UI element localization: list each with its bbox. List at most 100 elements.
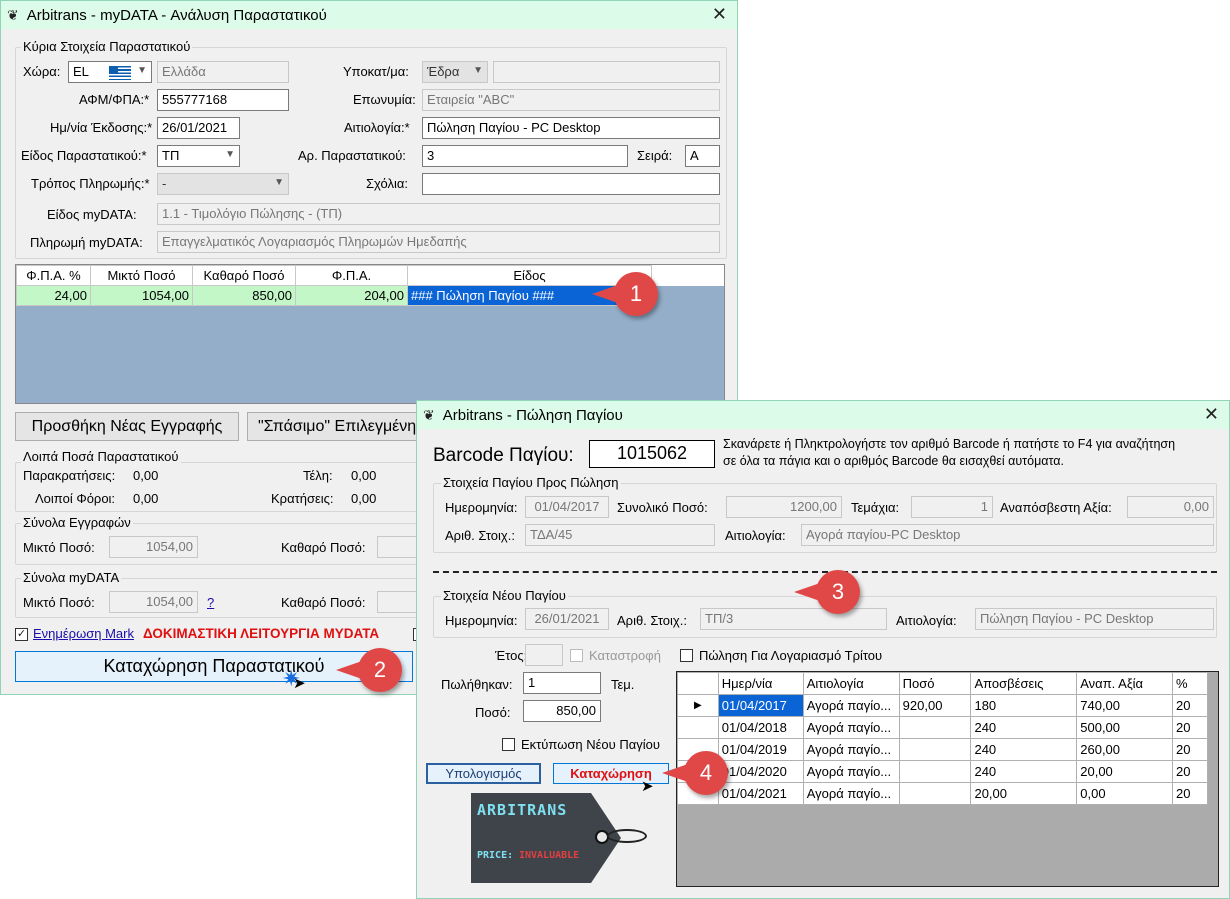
- payment-method-select[interactable]: - ▼: [157, 173, 289, 195]
- table-row[interactable]: 01/04/2020 Αγορά παγίο... 240 20,00 20: [677, 760, 1208, 783]
- grid-cell[interactable]: 20,00: [1076, 760, 1174, 783]
- title-bar: ❦ Arbitrans - Πώληση Παγίου ✕: [417, 401, 1229, 429]
- company-name-label: Επωνυμία:: [353, 92, 416, 107]
- row-selector[interactable]: ▶: [677, 694, 719, 717]
- country-select[interactable]: EL ▼: [68, 61, 152, 83]
- asset-sale-window: ❦ Arbitrans - Πώληση Παγίου ✕ Barcode Πα…: [416, 400, 1230, 899]
- title-bar: ❦ Arbitrans - myDATA - Ανάλυση Παραστατι…: [1, 1, 737, 29]
- table-row[interactable]: ▶ 01/04/2017 Αγορά παγίο... 920,00 180 740,00…: [677, 694, 1208, 717]
- new-ref-label: Αριθ. Στοιχ.:: [617, 613, 687, 628]
- grid-cell[interactable]: 240: [970, 716, 1078, 739]
- price-label: PRICE:: [477, 850, 514, 861]
- grid-cell[interactable]: 204,00: [295, 285, 408, 306]
- new-ref-field: ΤΠ/3: [700, 608, 887, 630]
- grid-cell[interactable]: Αγορά παγίο...: [802, 782, 900, 805]
- calculate-button[interactable]: Υπολογισμός: [426, 763, 541, 784]
- series-field[interactable]: A: [685, 145, 720, 167]
- third-party-checkbox[interactable]: [680, 649, 693, 662]
- grid-cell[interactable]: 01/04/2018: [717, 716, 804, 739]
- vat-label: ΑΦΜ/ΦΠΑ:*: [79, 92, 150, 107]
- barcode-label: Barcode Παγίου:: [433, 445, 574, 466]
- arbitrans-logo: ARBITRANS PRICE: INVALUABLE: [471, 793, 649, 883]
- grid-cell[interactable]: [898, 782, 972, 805]
- grid-cell[interactable]: Αγορά παγίο...: [802, 760, 900, 783]
- grid-cell[interactable]: 01/04/2020: [717, 760, 804, 783]
- row-selector[interactable]: [677, 716, 719, 739]
- table-row[interactable]: 01/04/2021 Αγορά παγίο... 20,00 0,00 20: [677, 782, 1208, 805]
- grid-cell[interactable]: 240: [970, 738, 1078, 761]
- barcode-field[interactable]: 1015062: [589, 440, 715, 468]
- grid-header[interactable]: Ημερ/νία: [717, 672, 804, 695]
- barcode-help-line2: σε όλα τα πάγια και ο αριθμός Barcode θα…: [723, 454, 1064, 468]
- grid-header[interactable]: Αποσβέσεις: [970, 672, 1078, 695]
- add-record-button[interactable]: Προσθήκη Νέας Εγγραφής: [15, 412, 239, 441]
- grid-cell[interactable]: 240: [970, 760, 1078, 783]
- grid-cell[interactable]: 01/04/2021: [717, 782, 804, 805]
- grid-cell[interactable]: 20: [1172, 760, 1208, 783]
- split-selected-button[interactable]: "Σπάσιμο" Επιλεγμένη: [247, 412, 427, 441]
- grid-cell[interactable]: Αγορά παγίο...: [802, 738, 900, 761]
- print-new-asset-checkbox[interactable]: [502, 738, 515, 751]
- grid-cell[interactable]: 500,00: [1076, 716, 1174, 739]
- grid-cell[interactable]: 24,00: [16, 285, 91, 306]
- grid-header[interactable]: Μικτό Ποσό: [90, 265, 193, 286]
- grid-cell[interactable]: Αγορά παγίο...: [802, 716, 900, 739]
- close-icon[interactable]: ✕: [712, 4, 727, 25]
- grid-header[interactable]: Αναπ. Αξία: [1076, 672, 1174, 695]
- comments-field[interactable]: [422, 173, 720, 195]
- table-row[interactable]: 01/04/2019 Αγορά παγίο... 240 260,00 20: [677, 738, 1208, 761]
- grid-cell[interactable]: 20: [1172, 738, 1208, 761]
- update-mark-link[interactable]: Ενημέρωση Mark: [33, 626, 134, 641]
- callout-badge-3: 3: [794, 570, 860, 614]
- grid-cell[interactable]: 20: [1172, 782, 1208, 805]
- grid-cell[interactable]: 850,00: [192, 285, 296, 306]
- gross-amount-mydata-field: 1054,00: [109, 591, 198, 613]
- other-taxes-label: Λοιποί Φόροι:: [35, 491, 116, 506]
- doc-number-label: Αρ. Παραστατικού:: [298, 148, 406, 163]
- grid-cell[interactable]: 1054,00: [90, 285, 193, 306]
- record-totals-title: Σύνολα Εγγραφών: [21, 515, 133, 530]
- grid-header[interactable]: Ποσό: [898, 672, 972, 695]
- grid-cell[interactable]: Αγορά παγίο...: [802, 694, 900, 717]
- depreciation-grid[interactable]: Ημερ/νία Αιτιολογία Ποσό Αποσβέσεις Αναπ…: [676, 671, 1219, 887]
- reason-field[interactable]: Πώληση Παγίου - PC Desktop: [422, 117, 720, 139]
- destroy-checkbox[interactable]: [570, 649, 583, 662]
- help-link[interactable]: ?: [207, 595, 214, 610]
- grid-header[interactable]: Φ.Π.Α.: [295, 265, 408, 286]
- grid-cell[interactable]: 260,00: [1076, 738, 1174, 761]
- grid-header[interactable]: Είδος: [407, 265, 652, 286]
- close-icon[interactable]: ✕: [1204, 404, 1219, 425]
- doc-number-field[interactable]: 3: [422, 145, 628, 167]
- vat-field[interactable]: 555777168: [157, 89, 289, 111]
- grid-cell[interactable]: 20,00: [970, 782, 1078, 805]
- doc-type-select[interactable]: ΤΠ ▼: [157, 145, 240, 167]
- table-row[interactable]: 01/04/2018 Αγορά παγίο... 240 500,00 20: [677, 716, 1208, 739]
- grid-cell[interactable]: 01/04/2019: [717, 738, 804, 761]
- issue-date-field[interactable]: 26/01/2021: [157, 117, 240, 139]
- window-title: Arbitrans - Πώληση Παγίου: [442, 406, 623, 424]
- new-asset-title: Στοιχεία Νέου Παγίου: [441, 588, 568, 603]
- subsidiary-select[interactable]: Έδρα ▼: [422, 61, 488, 83]
- grid-cell[interactable]: [898, 738, 972, 761]
- grid-header[interactable]: Αιτιολογία: [802, 672, 900, 695]
- grid-header[interactable]: %: [1172, 672, 1208, 695]
- chevron-down-icon: ▼: [274, 177, 284, 188]
- unit-label: Τεμ.: [611, 677, 635, 692]
- grid-cell[interactable]: 20: [1172, 694, 1208, 717]
- update-mark-checkbox[interactable]: ✓: [15, 628, 28, 641]
- grid-header[interactable]: Καθαρό Ποσό: [192, 265, 296, 286]
- grid-cell[interactable]: 920,00: [898, 694, 972, 717]
- grid-cell[interactable]: 0,00: [1076, 782, 1174, 805]
- sold-field[interactable]: 1: [523, 672, 601, 694]
- callout-badge-2: 2: [336, 648, 402, 692]
- grid-header[interactable]: Φ.Π.Α. %: [16, 265, 91, 286]
- asset-reason-label: Αιτιολογία:: [725, 528, 786, 543]
- amount-field[interactable]: 850,00: [523, 700, 601, 722]
- grid-cell[interactable]: 740,00: [1076, 694, 1174, 717]
- grid-cell[interactable]: 01/04/2017: [717, 694, 804, 717]
- grid-cell[interactable]: [898, 760, 972, 783]
- grid-cell[interactable]: 20: [1172, 716, 1208, 739]
- row-header: [677, 672, 719, 695]
- grid-cell[interactable]: 180: [970, 694, 1078, 717]
- grid-cell[interactable]: [898, 716, 972, 739]
